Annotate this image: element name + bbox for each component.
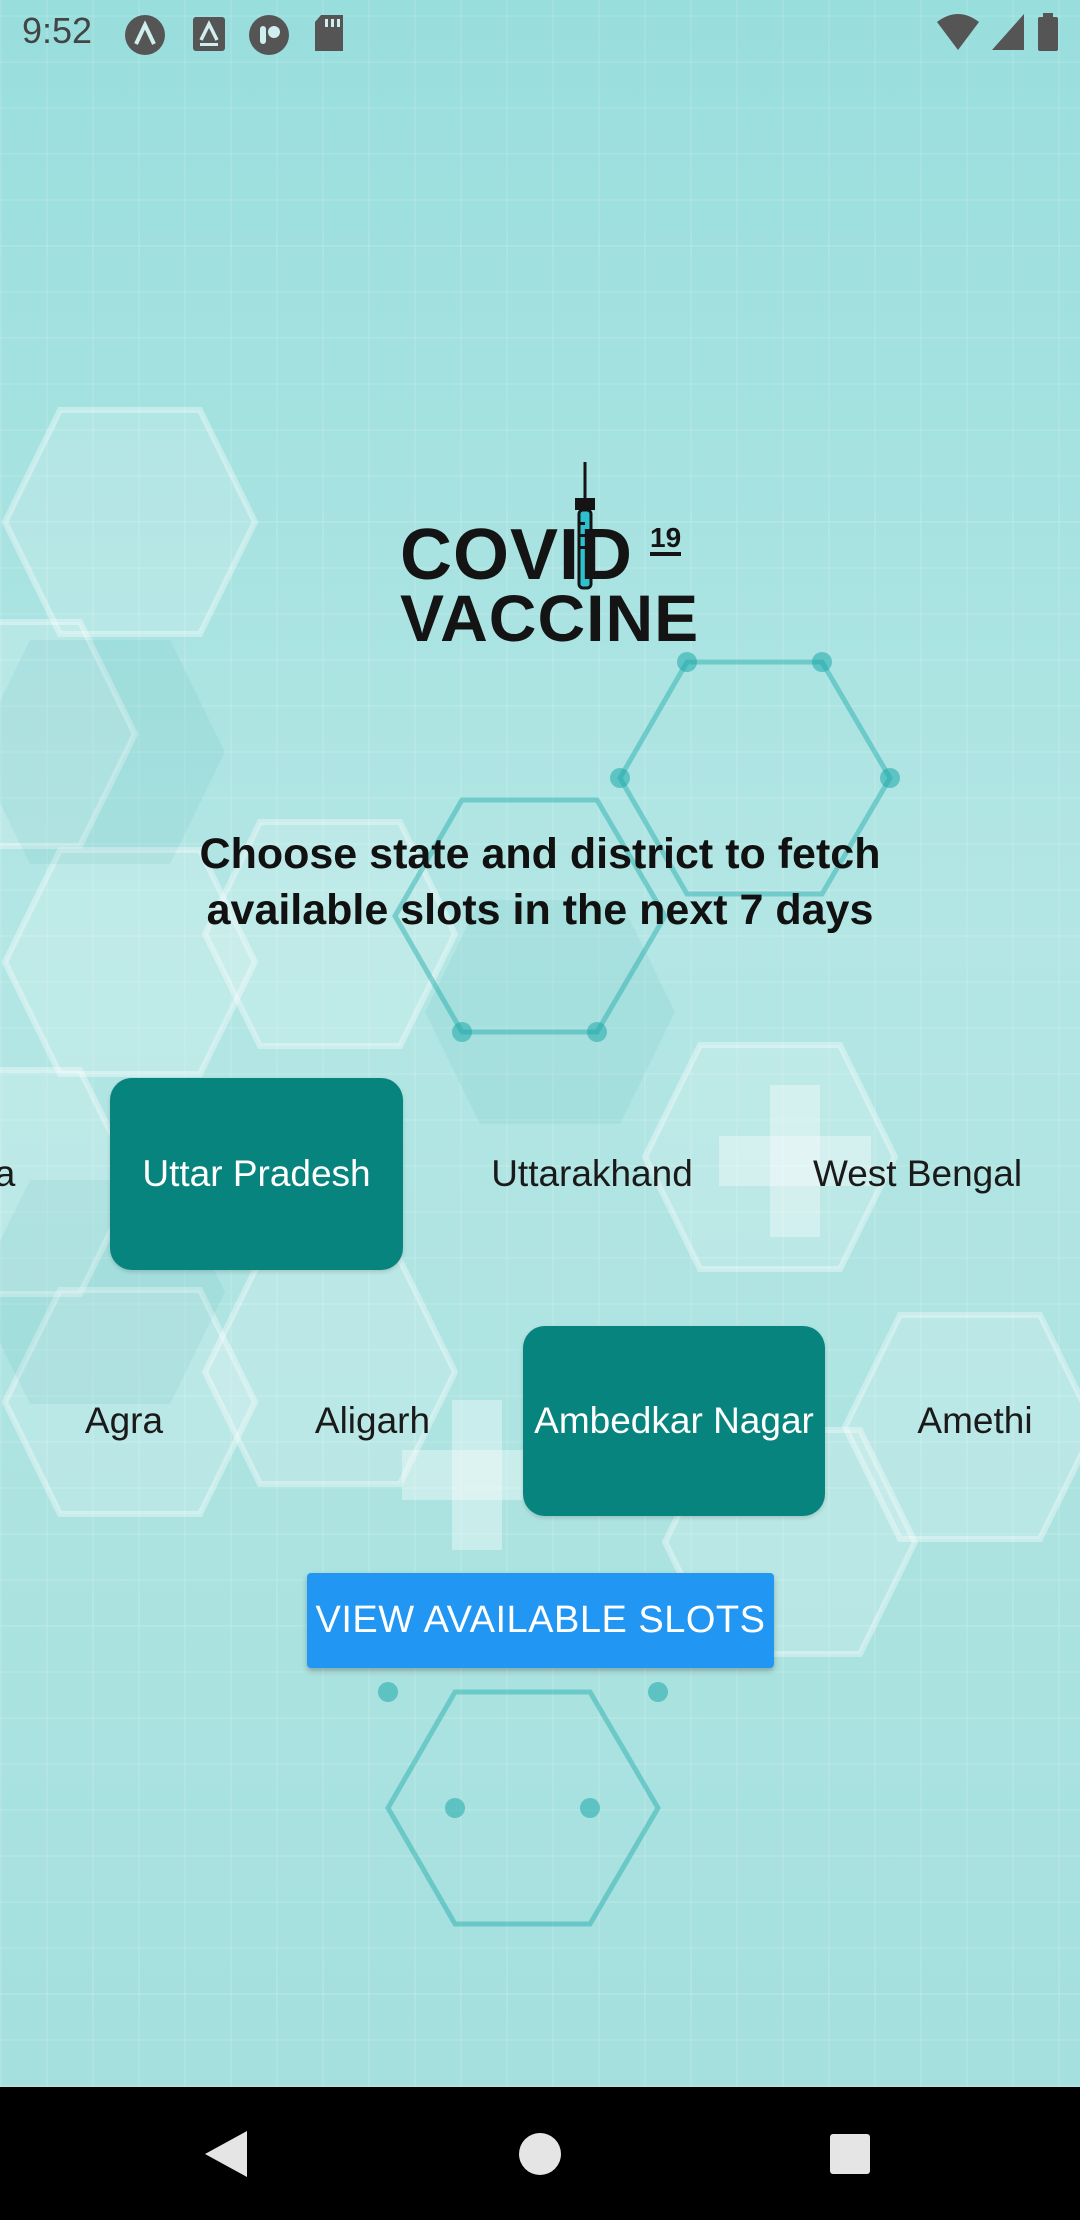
wifi-icon <box>936 12 980 56</box>
state-option[interactable]: West Bengal <box>790 1078 1045 1270</box>
district-option[interactable]: Agra <box>44 1326 204 1516</box>
logo-superscript: 19 <box>650 524 682 556</box>
recents-button[interactable] <box>790 2087 910 2220</box>
page-heading: Choose state and district to fetch avail… <box>199 830 881 934</box>
state-picker[interactable]: a Uttar Pradesh Uttarakhand West Bengal <box>0 1078 1080 1278</box>
district-option[interactable]: Aligarh <box>290 1326 455 1516</box>
home-icon <box>519 2132 561 2175</box>
district-option[interactable]: Amethi <box>895 1326 1055 1516</box>
state-option[interactable]: Uttarakhand <box>462 1078 722 1270</box>
battery-icon <box>1036 12 1060 56</box>
back-button[interactable] <box>166 2087 286 2220</box>
sd-card-icon <box>313 14 345 56</box>
assistant-icon <box>248 14 290 60</box>
covid-vaccine-logo: COVID 19 VACCINE <box>400 462 698 655</box>
status-icons <box>936 12 1060 56</box>
back-icon <box>205 2130 247 2177</box>
state-option-selected[interactable]: Uttar Pradesh <box>110 1078 403 1270</box>
signal-icon <box>990 12 1026 56</box>
hexagon-pattern <box>0 407 1080 1927</box>
a-box-icon <box>192 16 226 56</box>
a-circle-icon <box>124 14 166 60</box>
district-picker[interactable]: Agra Aligarh Ambedkar Nagar Amethi <box>0 1326 1080 1526</box>
home-button[interactable] <box>480 2087 600 2220</box>
background <box>0 0 1080 2087</box>
recents-icon <box>830 2133 870 2174</box>
state-option[interactable]: a <box>0 1078 30 1270</box>
status-bar: 9:52 <box>0 0 1080 66</box>
navigation-bar <box>0 2087 1080 2220</box>
district-option-selected[interactable]: Ambedkar Nagar <box>523 1326 825 1516</box>
view-available-slots-button[interactable]: VIEW AVAILABLE SLOTS <box>307 1573 774 1668</box>
logo-line-vaccine: VACCINE <box>400 581 700 655</box>
status-time: 9:52 <box>22 10 93 51</box>
